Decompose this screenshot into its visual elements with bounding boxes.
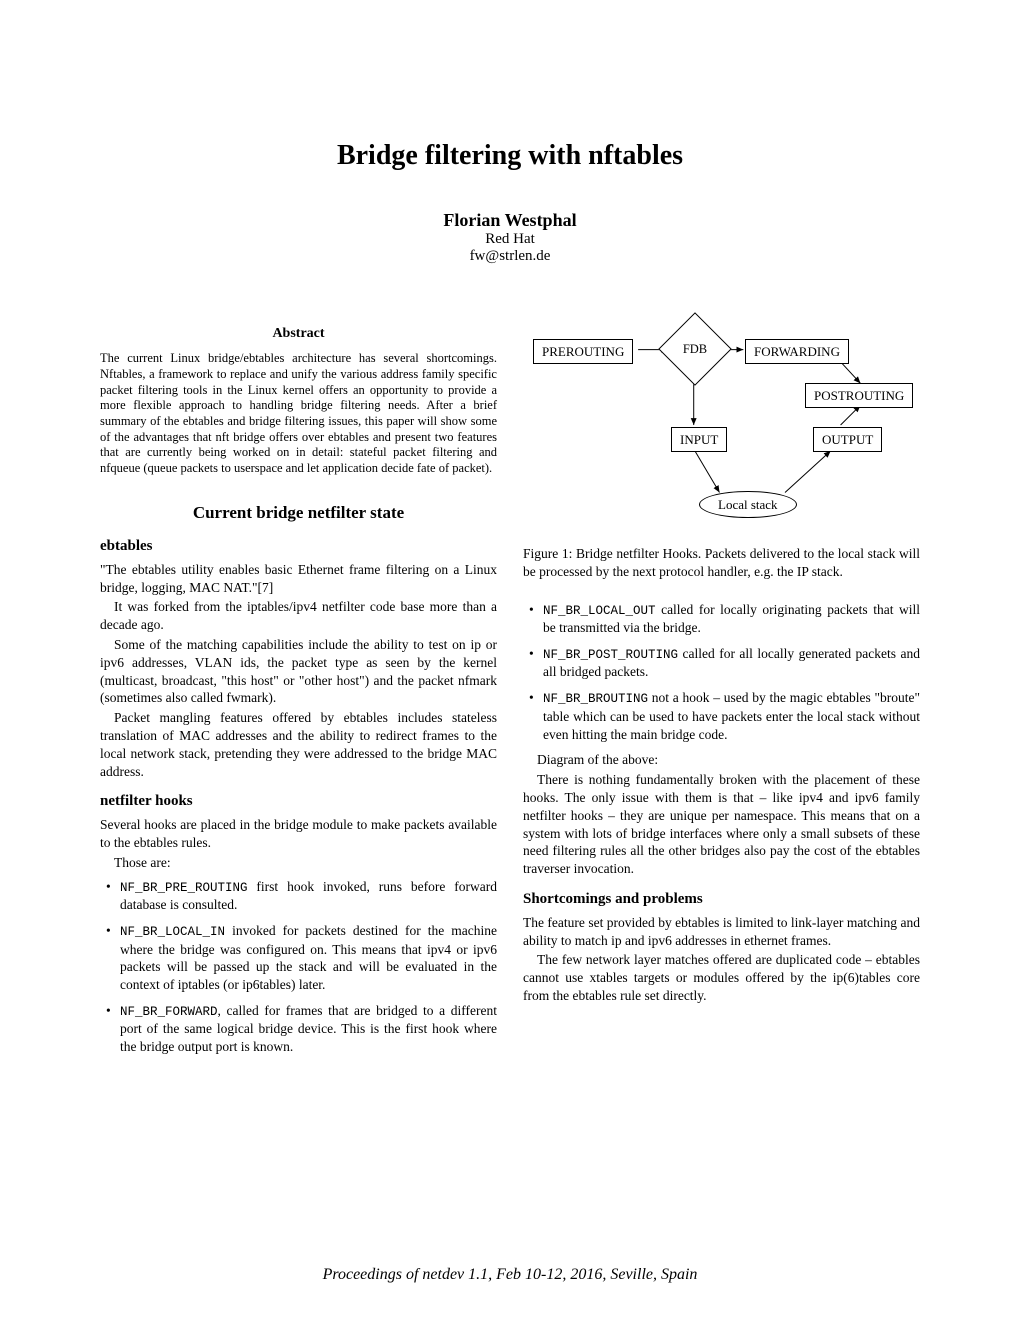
hook-code: NF_BR_BROUTING (543, 692, 648, 706)
hook-code: NF_BR_PRE_ROUTING (120, 881, 248, 895)
node-postrouting: POSTROUTING (805, 383, 913, 408)
author-block: Florian Westphal Red Hat fw@strlen.de (100, 210, 920, 265)
subsection-ebtables: ebtables (100, 537, 497, 557)
hook-code: NF_BR_LOCAL_IN (120, 925, 225, 939)
figure-caption: Figure 1: Bridge netfilter Hooks. Packet… (523, 545, 920, 581)
list-item: NF_BR_POST_ROUTING called for all locall… (529, 645, 920, 681)
paragraph: Those are: (100, 854, 497, 872)
abstract-heading: Abstract (100, 325, 497, 343)
figure-diagram: PREROUTING FDB FORWARDING POSTROUTING IN… (523, 325, 920, 535)
subsection-shortcomings: Shortcomings and problems (523, 890, 920, 910)
author-affiliation: Red Hat (100, 231, 920, 248)
list-item: NF_BR_LOCAL_IN invoked for packets desti… (106, 922, 497, 994)
page-footer: Proceedings of netdev 1.1, Feb 10-12, 20… (0, 1266, 1020, 1284)
paragraph: "The ebtables utility enables basic Ethe… (100, 561, 497, 597)
left-column: Abstract The current Linux bridge/ebtabl… (100, 325, 497, 1064)
node-output: OUTPUT (813, 427, 882, 452)
paragraph: There is nothing fundamentally broken wi… (523, 771, 920, 878)
paragraph: Packet mangling features offered by ebta… (100, 709, 497, 780)
node-forwarding: FORWARDING (745, 339, 849, 364)
hook-code: NF_BR_FORWARD (120, 1005, 218, 1019)
list-item: NF_BR_BROUTING not a hook – used by the … (529, 689, 920, 743)
hook-list-left: NF_BR_PRE_ROUTING first hook invoked, ru… (100, 878, 497, 1056)
right-column: PREROUTING FDB FORWARDING POSTROUTING IN… (523, 325, 920, 1064)
list-item: NF_BR_PRE_ROUTING first hook invoked, ru… (106, 878, 497, 914)
abstract-text: The current Linux bridge/ebtables archit… (100, 351, 497, 476)
paragraph: Some of the matching capabilities includ… (100, 636, 497, 707)
hook-code: NF_BR_POST_ROUTING (543, 648, 678, 662)
section-heading-current-state: Current bridge netfilter state (100, 502, 497, 524)
paragraph: It was forked from the iptables/ipv4 net… (100, 598, 497, 634)
paragraph: Several hooks are placed in the bridge m… (100, 816, 497, 852)
node-local-stack: Local stack (699, 491, 797, 518)
node-prerouting: PREROUTING (533, 339, 633, 364)
author-name: Florian Westphal (100, 210, 920, 231)
hook-list-right: NF_BR_LOCAL_OUT called for locally origi… (523, 601, 920, 744)
paragraph: Diagram of the above: (523, 751, 920, 769)
node-fdb: FDB (669, 323, 721, 375)
author-email: fw@strlen.de (100, 248, 920, 265)
list-item: NF_BR_FORWARD, called for frames that ar… (106, 1002, 497, 1056)
subsection-netfilter-hooks: netfilter hooks (100, 792, 497, 812)
hook-code: NF_BR_LOCAL_OUT (543, 604, 656, 618)
paragraph: The few network layer matches offered ar… (523, 951, 920, 1004)
paragraph: The feature set provided by ebtables is … (523, 914, 920, 950)
two-column-content: Abstract The current Linux bridge/ebtabl… (100, 325, 920, 1064)
node-fdb-label: FDB (669, 323, 721, 375)
paper-title: Bridge filtering with nftables (100, 140, 920, 172)
node-input: INPUT (671, 427, 727, 452)
list-item: NF_BR_LOCAL_OUT called for locally origi… (529, 601, 920, 637)
